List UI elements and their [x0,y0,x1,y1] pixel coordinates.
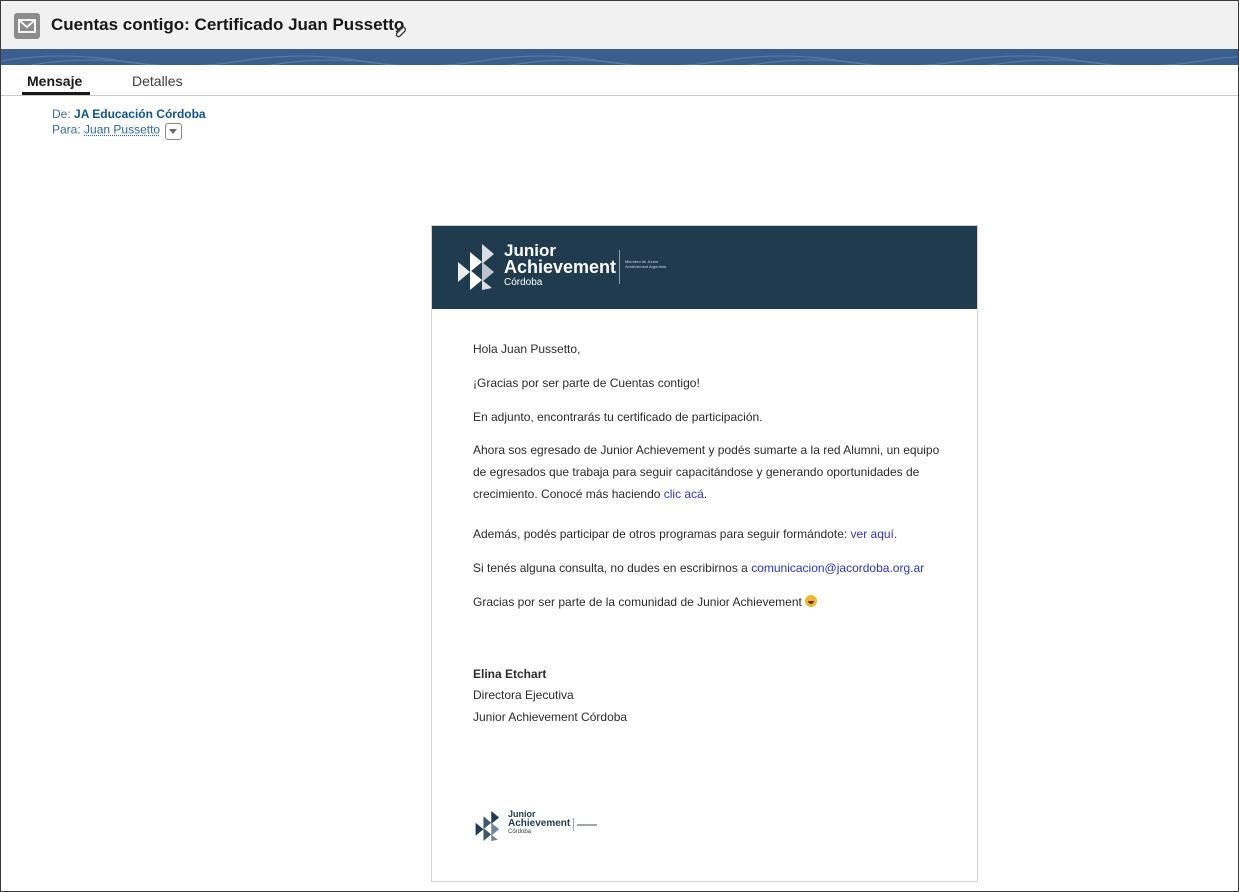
header-banner [1,49,1238,65]
grin-emoji-icon [804,595,817,607]
footer-logo-divider [573,818,574,831]
logo-member-text: Miembro de Junior Achievement Argentina [625,259,667,269]
alumni-link[interactable]: clic acá [664,487,704,501]
paperclip-icon [393,25,407,44]
signature-org: Junior Achievement Córdoba [473,710,628,724]
envelope-icon [14,13,40,39]
footer-logo-icon [473,811,503,846]
page-title: Cuentas contigo: Certificado Juan Pusset… [51,15,405,34]
programs-line: Además, podés participar de otros progra… [473,527,898,541]
from-row: De: JA Educación Córdoba [52,107,206,122]
to-row: Para: Juan Pussetto [52,122,206,140]
attachment-line: En adjunto, encontrarás tu certificado d… [473,410,763,424]
tab-mensaje[interactable]: Mensaje [27,73,82,89]
active-tab-indicator [22,92,90,95]
greeting: Hola Juan Pussetto, [473,342,581,356]
contact-email-link[interactable]: comunicacion@jacordoba.org.ar [751,561,924,575]
thanks-line: ¡Gracias por ser parte de Cuentas contig… [473,376,700,390]
from-label: De: [52,107,71,121]
logo-divider [619,250,620,284]
alumni-paragraph: Ahora sos egresado de Junior Achievement… [473,443,940,501]
logo-wordmark: Junior Achievement Córdoba [504,241,617,288]
email-meta: De: JA Educación Córdoba Para: Juan Puss… [52,107,206,140]
contact-line: Si tenés alguna consulta, no dudes en es… [473,561,925,575]
chevron-down-icon[interactable] [165,123,183,140]
email-header-band: Junior Achievement Córdoba Miembro de Ju… [432,226,977,309]
record-header: Cuentas contigo: Certificado Juan Pusset… [1,1,1238,50]
signature-role: Directora Ejecutiva [473,688,574,702]
footer-member-mark [577,824,597,826]
tab-bar: Mensaje Detalles [1,65,1238,96]
from-value: JA Educación Córdoba [74,107,206,121]
signature-name: Elina Etchart [473,667,547,681]
to-value[interactable]: Juan Pussetto [84,123,160,137]
programs-link[interactable]: ver aquí [851,527,894,541]
tab-detalles[interactable]: Detalles [132,73,183,89]
email-viewer: Cuentas contigo: Certificado Juan Pusset… [0,0,1239,892]
email-body: Junior Achievement Córdoba Miembro de Ju… [431,225,978,882]
footer-logo-wordmark: Junior Achievement Córdoba [508,809,571,836]
community-line: Gracias por ser parte de la comunidad de… [473,595,817,609]
to-label: Para: [52,122,81,137]
ja-logo-icon [454,244,500,295]
